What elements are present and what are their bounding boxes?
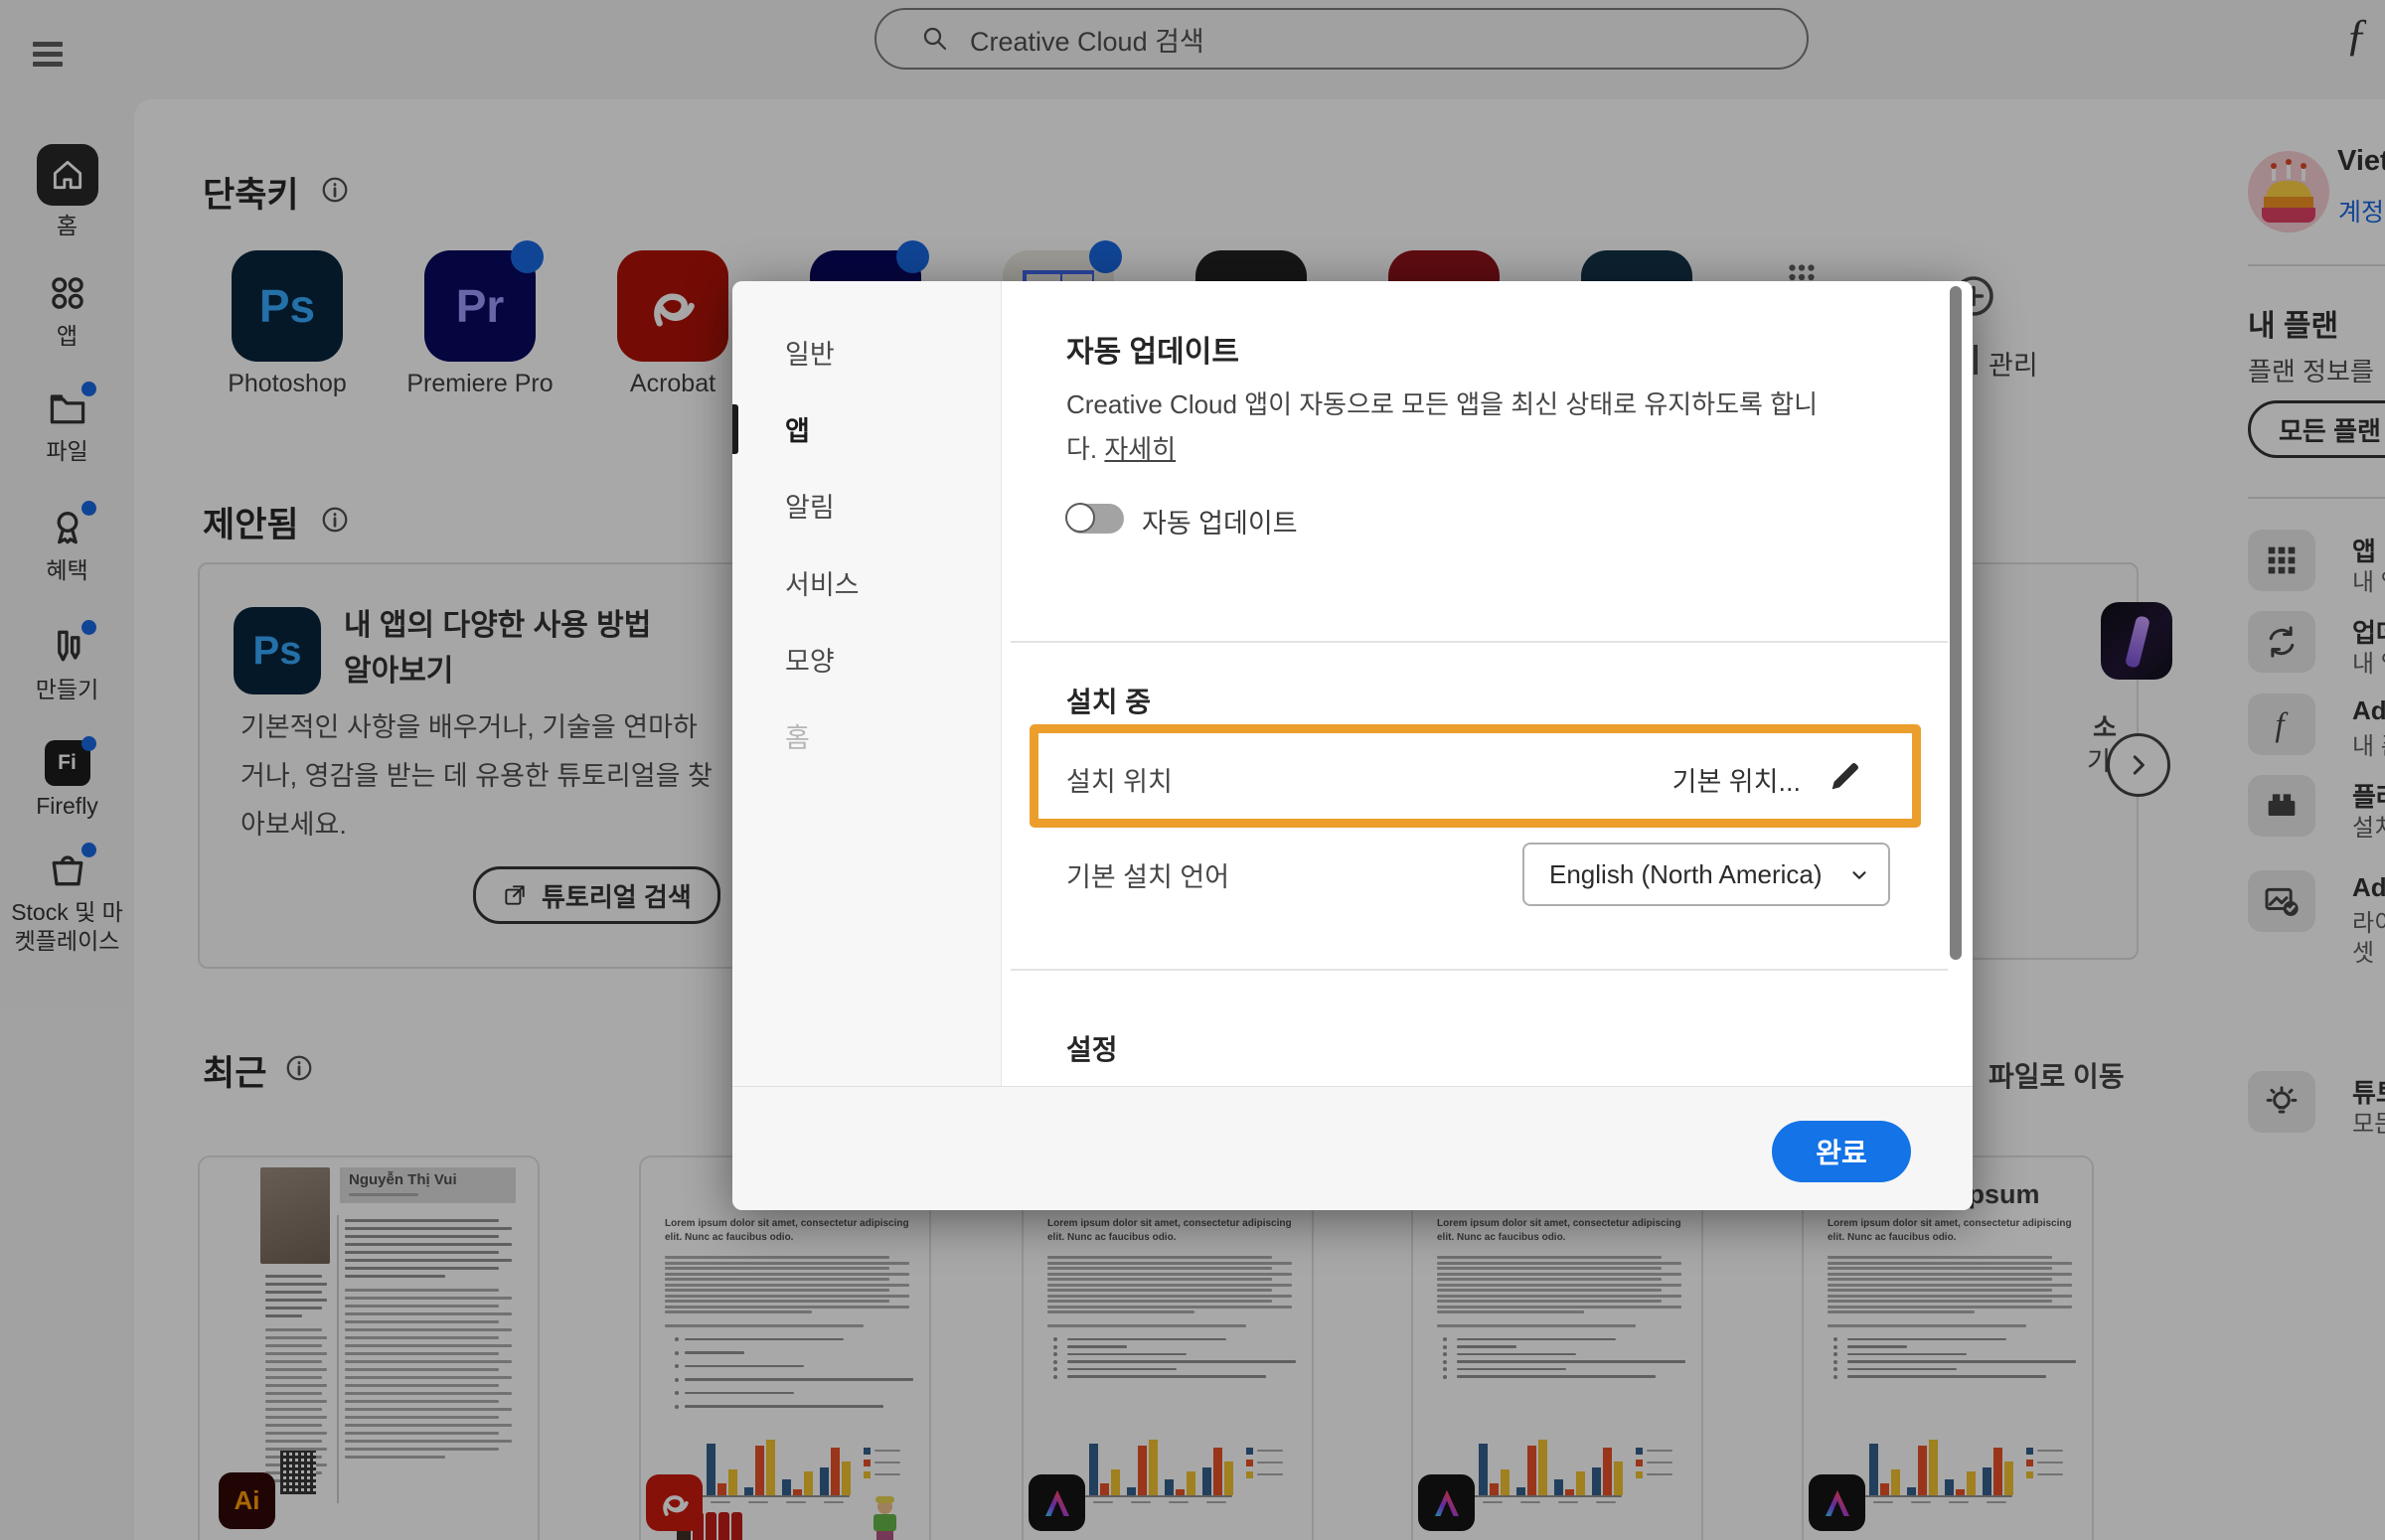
auto-update-desc: 다. 자세히	[1066, 429, 1176, 466]
language-select[interactable]: English (North America)	[1522, 843, 1890, 906]
auto-update-toggle[interactable]	[1066, 504, 1124, 534]
auto-update-desc: Creative Cloud 앱이 자동으로 모든 앱을 최신 상태로 유지하도…	[1066, 385, 1818, 421]
settings-nav-모양[interactable]: 모양	[785, 640, 835, 679]
creative-cloud-window: Creative Cloud 검색 ƒ 홈앱파일혜택만들기FiFireflySt…	[0, 0, 2385, 1540]
settings-heading: 설정	[1066, 1028, 1118, 1068]
installing-heading: 설치 중	[1066, 681, 1151, 720]
default-install-language-label: 기본 설치 언어	[1066, 855, 1229, 894]
dialog-scrollbar[interactable]	[1950, 286, 1962, 960]
done-button[interactable]: 완료	[1772, 1121, 1911, 1182]
settings-nav-서비스[interactable]: 서비스	[785, 563, 860, 602]
selected-tab-indicator	[732, 404, 738, 454]
settings-nav-앱[interactable]: 앱	[785, 409, 810, 448]
chevron-down-icon	[1848, 864, 1870, 886]
auto-update-toggle-label: 자동 업데이트	[1142, 502, 1298, 540]
settings-nav-일반[interactable]: 일반	[785, 333, 835, 372]
auto-update-heading: 자동 업데이트	[1066, 327, 1239, 371]
divider	[1011, 969, 1948, 971]
learn-more-link[interactable]: 자세히	[1104, 434, 1176, 464]
highlight-annotation-box	[1030, 724, 1921, 828]
divider	[1011, 641, 1948, 643]
language-select-value: English (North America)	[1549, 859, 1823, 890]
settings-nav: 일반앱알림서비스모양홈	[732, 281, 1002, 1086]
settings-nav-알림[interactable]: 알림	[785, 486, 835, 525]
settings-nav-홈[interactable]: 홈	[785, 716, 810, 755]
